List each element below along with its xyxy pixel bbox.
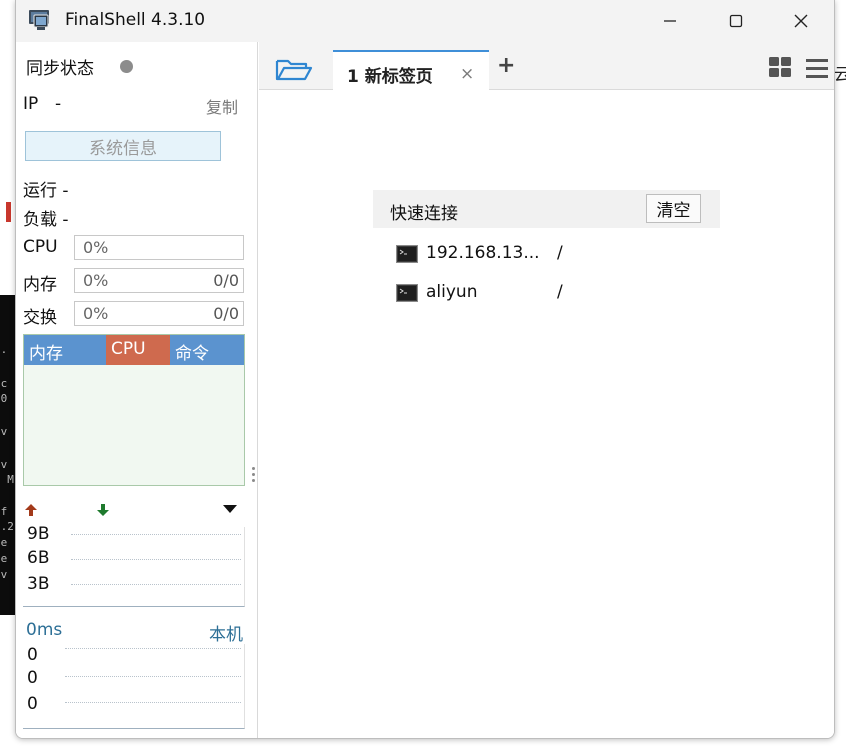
ping-graph	[23, 644, 245, 729]
sync-status-indicator	[120, 60, 133, 73]
close-button[interactable]	[770, 0, 832, 42]
open-folder-icon[interactable]	[274, 55, 314, 83]
background-terminal: 8. sc 00 ev ev - M ff 7.2 se ne ev	[0, 295, 16, 615]
connection-path: /	[557, 243, 563, 263]
quick-connect-item[interactable]: aliyun /	[396, 282, 696, 306]
gridline	[71, 584, 241, 585]
swap-label: 交换	[23, 308, 57, 328]
tab-new-tab[interactable]: 1 新标签页 ×	[333, 50, 489, 91]
ping-scale-label: 0	[27, 645, 38, 665]
interface-dropdown-icon[interactable]	[223, 504, 237, 514]
quick-connect-header: 快速连接 清空	[373, 190, 720, 228]
swap-ratio: 0/0	[213, 304, 239, 323]
download-arrow-icon	[97, 504, 109, 516]
network-traffic-graph	[23, 527, 245, 607]
grid-view-icon[interactable]	[768, 56, 792, 78]
title-bar[interactable]: FinalShell 4.3.10	[16, 0, 834, 42]
uptime-label: 运行 -	[23, 181, 69, 201]
ping-scale-label: 0	[27, 694, 38, 714]
process-table-header: 内存 CPU 命令	[24, 335, 244, 365]
menu-icon[interactable]	[805, 57, 829, 79]
ip-label: IP	[23, 94, 39, 114]
finalshell-window: FinalShell 4.3.10 同步状态 IP - 复制 系统信息 运行 -…	[15, 0, 835, 739]
maximize-icon	[729, 14, 743, 28]
copy-ip-button[interactable]: 复制	[206, 94, 238, 118]
maximize-button[interactable]	[705, 0, 767, 42]
minimize-icon	[664, 20, 676, 22]
connection-path: /	[557, 282, 563, 302]
column-memory[interactable]: 内存	[24, 335, 106, 365]
terminal-line: ff	[0, 505, 8, 518]
window-title: FinalShell 4.3.10	[65, 10, 206, 30]
memory-percent: 0%	[83, 271, 109, 290]
gridline	[65, 648, 241, 649]
swap-meter: 0% 0/0	[74, 301, 244, 326]
finalshell-logo-icon	[29, 10, 49, 30]
close-icon	[794, 14, 808, 28]
gridline	[65, 676, 241, 677]
terminal-line: ev	[0, 425, 8, 438]
gridline	[65, 702, 241, 703]
memory-label: 内存	[23, 275, 57, 295]
terminal-line: - M	[0, 473, 14, 486]
panel-splitter-handle[interactable]	[252, 467, 256, 487]
cpu-meter: 0%	[74, 235, 244, 260]
terminal-line: ev	[0, 568, 8, 581]
terminal-line: 7.2	[0, 520, 14, 533]
minimize-button[interactable]	[639, 0, 701, 42]
terminal-line: ev	[0, 458, 8, 471]
column-command[interactable]: 命令	[170, 335, 244, 365]
ping-scale-label: 0	[27, 668, 38, 688]
add-tab-button[interactable]: +	[497, 55, 515, 77]
terminal-icon	[396, 245, 418, 263]
terminal-line: 8.	[0, 343, 8, 356]
memory-ratio: 0/0	[213, 271, 239, 290]
tab-close-icon[interactable]: ×	[460, 64, 474, 84]
terminal-icon	[396, 284, 418, 302]
swap-percent: 0%	[83, 304, 109, 323]
ip-value: -	[55, 94, 62, 114]
memory-meter: 0% 0/0	[74, 268, 244, 293]
terminal-line: sc	[0, 377, 8, 390]
clear-button[interactable]: 清空	[646, 194, 701, 223]
column-cpu[interactable]: CPU	[106, 335, 170, 365]
gridline	[71, 534, 241, 535]
cpu-percent: 0%	[83, 238, 109, 257]
background-window-text: 云社	[834, 65, 846, 85]
ping-latency: 0ms	[26, 620, 63, 640]
sync-status-label: 同步状态	[26, 59, 94, 79]
system-info-button[interactable]: 系统信息	[25, 131, 221, 161]
traffic-scale-label: 9B	[27, 524, 50, 544]
terminal-line: 00	[0, 392, 8, 405]
quick-connect-item[interactable]: 192.168.13... /	[396, 243, 696, 267]
cpu-label: CPU	[23, 237, 58, 257]
server-status-panel: 同步状态 IP - 复制 系统信息 运行 - 负载 - CPU 0% 内存 0%…	[16, 42, 258, 738]
tab-label: 1 新标签页	[347, 67, 433, 87]
session-area: 1 新标签页 × + 快速连接 清空 192.168.13... / aliyu…	[259, 42, 834, 738]
ping-host-selector[interactable]: 本机	[209, 620, 243, 645]
tab-bar: 1 新标签页 × +	[259, 42, 834, 91]
quick-connect-title: 快速连接	[390, 204, 458, 224]
traffic-scale-label: 3B	[27, 574, 50, 594]
traffic-scale-label: 6B	[27, 548, 50, 568]
terminal-line: se	[0, 536, 8, 549]
background-window-marker	[6, 202, 11, 222]
load-label: 负载 -	[23, 210, 69, 230]
upload-arrow-icon	[25, 504, 37, 516]
terminal-line: ne	[0, 552, 8, 565]
connection-name: aliyun	[426, 282, 478, 302]
gridline	[71, 559, 241, 560]
process-table[interactable]: 内存 CPU 命令	[23, 334, 245, 486]
connection-name: 192.168.13...	[426, 243, 540, 263]
